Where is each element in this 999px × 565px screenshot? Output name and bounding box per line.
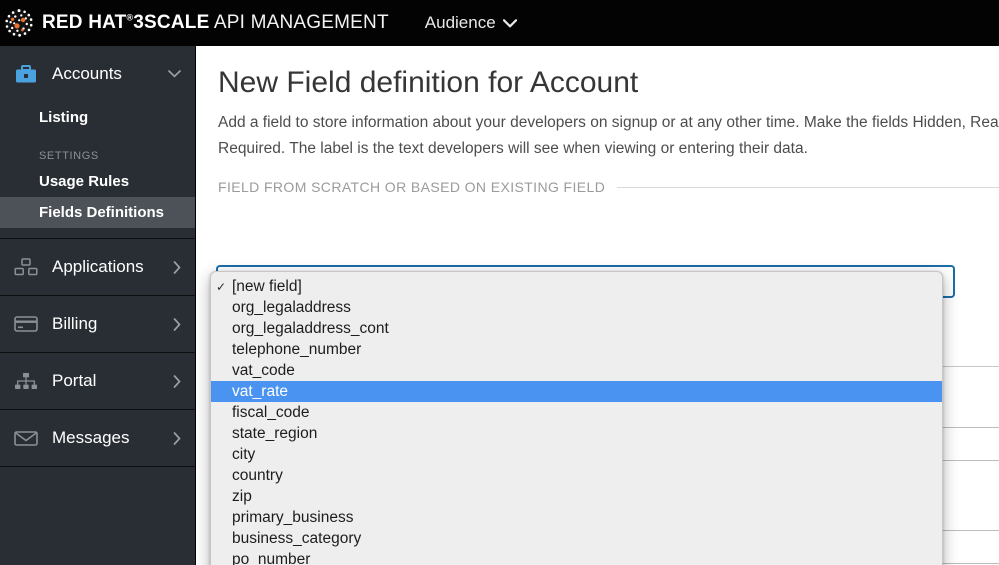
select-option[interactable]: country	[211, 465, 942, 486]
credit-card-icon	[13, 315, 39, 333]
brand-3scale: 3SCALE	[133, 12, 210, 33]
select-option-label: state_region	[232, 424, 318, 442]
select-option[interactable]: fiscal_code	[211, 402, 942, 423]
select-option-label: country	[232, 466, 283, 484]
sidebar-item-listing-label: Listing	[39, 109, 89, 126]
sidebar-navigation: Accounts Listing Settings Usage Rules Fi…	[0, 46, 196, 565]
main-content: New Field definition for Account Add a f…	[197, 46, 999, 565]
sidebar-group-spacer	[0, 228, 195, 238]
brand-redhat: RED HAT	[42, 12, 127, 33]
page-description: Add a field to store information about y…	[218, 114, 999, 157]
sidebar-item-applications-label: Applications	[52, 257, 144, 276]
select-option[interactable]: state_region	[211, 423, 942, 444]
select-option-label: business_category	[232, 529, 362, 547]
sidebar-item-portal-label: Portal	[52, 371, 97, 390]
sidebar-item-listing[interactable]: Listing	[0, 102, 195, 133]
sidebar-group-applications: Applications	[0, 239, 195, 296]
section-divider	[617, 186, 999, 188]
applications-icon	[13, 257, 39, 277]
select-option[interactable]: primary_business	[211, 507, 942, 528]
sidebar-item-accounts[interactable]: Accounts	[0, 46, 195, 102]
sidebar-group-messages: Messages	[0, 410, 195, 467]
select-option[interactable]: org_legaladdress	[211, 297, 942, 318]
sidebar-section-settings-label: Settings	[39, 150, 99, 162]
select-option-label: fiscal_code	[232, 403, 310, 421]
select-option-label: org_legaladdress	[232, 298, 351, 316]
select-option[interactable]: ✓ [new field]	[211, 276, 942, 297]
select-option-label: org_legaladdress_cont	[232, 319, 389, 337]
sidebar-item-applications[interactable]: Applications	[0, 239, 195, 295]
chevron-down-icon	[502, 18, 517, 27]
select-option-label: po_number	[232, 550, 311, 565]
sidebar-item-accounts-label: Accounts	[52, 64, 122, 83]
section-legend-label: FIELD FROM SCRATCH OR BASED ON EXISTING …	[218, 179, 606, 195]
select-option-label: vat_rate	[232, 382, 289, 400]
select-option[interactable]: vat_code	[211, 360, 942, 381]
sidebar-group-portal: Portal	[0, 353, 195, 410]
select-option[interactable]: zip	[211, 486, 942, 507]
sidebar-item-fields-definitions[interactable]: Fields Definitions	[0, 197, 195, 228]
redhat-logo-icon	[4, 8, 34, 38]
chevron-right-icon	[173, 260, 181, 274]
select-option-label: telephone_number	[232, 340, 362, 358]
select-option-label: [new field]	[232, 277, 302, 295]
sidebar-item-messages[interactable]: Messages	[0, 410, 195, 466]
sidebar-item-portal[interactable]: Portal	[0, 353, 195, 409]
field-source-select-dropdown[interactable]: ✓ [new field] org_legaladdress org_legaladd…	[210, 271, 943, 565]
sidebar-section-settings: Settings	[0, 150, 195, 162]
sidebar-item-messages-label: Messages	[52, 428, 130, 447]
chevron-right-icon	[173, 317, 181, 331]
check-icon: ✓	[216, 279, 227, 294]
audience-menu-button[interactable]: Audience	[425, 13, 517, 33]
brand-api-management: API MANAGEMENT	[213, 12, 389, 33]
select-option[interactable]: po_number	[211, 549, 942, 565]
page-title: New Field definition for Account	[218, 66, 639, 99]
select-option[interactable]: business_category	[211, 528, 942, 549]
briefcase-icon	[13, 64, 39, 84]
select-option-label: primary_business	[232, 508, 354, 526]
select-option[interactable]: org_legaladdress_cont	[211, 318, 942, 339]
section-legend-row: FIELD FROM SCRATCH OR BASED ON EXISTING …	[218, 179, 999, 195]
sidebar-item-billing[interactable]: Billing	[0, 296, 195, 352]
sidebar-item-usage-rules-label: Usage Rules	[39, 173, 130, 190]
chevron-down-icon	[168, 70, 181, 78]
sidebar-item-fields-definitions-label: Fields Definitions	[39, 204, 165, 221]
select-option[interactable]: city	[211, 444, 942, 465]
sitemap-icon	[13, 372, 39, 391]
envelope-icon	[13, 430, 39, 447]
sidebar-group-billing: Billing	[0, 296, 195, 353]
sidebar-item-usage-rules[interactable]: Usage Rules	[0, 166, 195, 197]
chevron-right-icon	[173, 431, 181, 445]
select-option-label: city	[232, 445, 256, 463]
select-option-label: vat_code	[232, 361, 295, 379]
select-option[interactable]: vat_rate	[211, 381, 942, 402]
select-option[interactable]: telephone_number	[211, 339, 942, 360]
sidebar-group-accounts: Accounts Listing Settings Usage Rules Fi…	[0, 46, 195, 239]
audience-menu-label: Audience	[424, 13, 496, 32]
top-navigation-bar: RED HAT®3SCALE API MANAGEMENT Audience	[0, 0, 999, 46]
chevron-right-icon	[173, 374, 181, 388]
select-option-label: zip	[232, 487, 252, 505]
sidebar-item-billing-label: Billing	[52, 314, 98, 333]
brand-title: RED HAT®3SCALE API MANAGEMENT	[42, 12, 389, 34]
